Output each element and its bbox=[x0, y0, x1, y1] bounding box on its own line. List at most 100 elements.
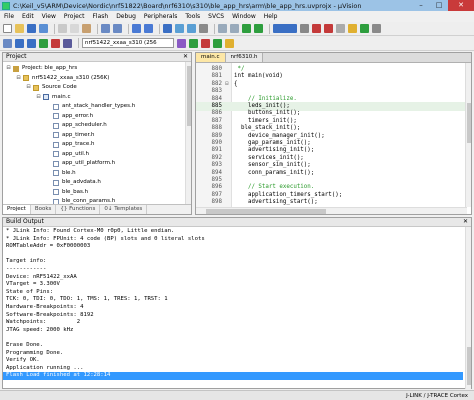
open-file-icon[interactable] bbox=[15, 24, 24, 33]
menu-help[interactable]: Help bbox=[264, 13, 278, 20]
tree-expander-icon[interactable]: ⊟ bbox=[6, 64, 11, 73]
build-output-vertical-scrollbar[interactable] bbox=[465, 227, 471, 389]
find-combo-icon[interactable] bbox=[273, 24, 297, 33]
tree-item-label: Project: ble_app_hrs bbox=[22, 65, 78, 71]
tab-project[interactable]: Project bbox=[3, 205, 31, 214]
unindent-icon[interactable] bbox=[230, 24, 239, 33]
maximize-button[interactable]: □ bbox=[430, 0, 448, 11]
menu-flash[interactable]: Flash bbox=[92, 13, 108, 20]
uncomment-icon[interactable] bbox=[254, 24, 263, 33]
menu-edit[interactable]: Edit bbox=[22, 13, 34, 20]
h-file-icon bbox=[53, 151, 59, 157]
navigate-back-icon[interactable] bbox=[132, 24, 141, 33]
copy-icon[interactable] bbox=[70, 24, 79, 33]
paste-icon[interactable] bbox=[82, 24, 91, 33]
menu-tools[interactable]: Tools bbox=[185, 13, 200, 20]
save-all-icon[interactable] bbox=[39, 24, 48, 33]
configure-icon[interactable] bbox=[336, 24, 345, 33]
prev-bookmark-icon[interactable] bbox=[175, 24, 184, 33]
build-output-header: Build Output ✕ bbox=[3, 218, 471, 227]
download-icon[interactable] bbox=[63, 38, 72, 48]
editor-tabs: main.c nrf6310.h bbox=[196, 53, 471, 63]
target-options-icon[interactable] bbox=[177, 38, 186, 48]
tree-item[interactable]: ⊟ Source Code bbox=[26, 83, 77, 92]
tree-item-label: app_scheduler.h bbox=[62, 122, 107, 128]
next-bookmark-icon[interactable] bbox=[187, 24, 196, 33]
code-line[interactable]: 898 advertising_start(); bbox=[196, 198, 467, 207]
cut-icon[interactable] bbox=[58, 24, 67, 33]
editor-vertical-scrollbar[interactable] bbox=[465, 63, 471, 207]
project-vertical-scrollbar[interactable] bbox=[185, 62, 191, 206]
window-layout-icon[interactable] bbox=[360, 24, 369, 33]
clear-bookmarks-icon[interactable] bbox=[199, 24, 208, 33]
tree-expander-icon[interactable]: ⊟ bbox=[16, 74, 21, 83]
new-file-icon[interactable] bbox=[3, 24, 12, 33]
navigate-forward-icon[interactable] bbox=[144, 24, 153, 33]
pack-installer-icon[interactable] bbox=[213, 38, 222, 48]
find-in-files-icon[interactable] bbox=[300, 24, 309, 33]
project-panel-close-icon[interactable]: ✕ bbox=[183, 53, 191, 61]
tree-expander-icon[interactable]: ⊟ bbox=[36, 93, 41, 102]
tree-item[interactable]: ⊟ main.c bbox=[36, 93, 71, 102]
tree-expander-icon[interactable]: ⊟ bbox=[26, 83, 31, 92]
tree-item[interactable]: app_util.h bbox=[46, 150, 89, 159]
rebuild-icon[interactable] bbox=[27, 38, 36, 48]
menu-svcs[interactable]: SVCS bbox=[208, 13, 224, 20]
output-line: ------------ bbox=[6, 266, 47, 272]
code-area[interactable]: 880 */881 int main(void) 882 ⊟{883 884 // In… bbox=[196, 63, 467, 207]
h-file-icon bbox=[53, 103, 59, 110]
tree-item[interactable]: ble_bas.h bbox=[46, 188, 88, 197]
batch-build-icon[interactable] bbox=[39, 38, 48, 48]
debug-session-icon[interactable] bbox=[312, 24, 321, 33]
menu-project[interactable]: Project bbox=[64, 13, 85, 20]
run-time-env-icon[interactable] bbox=[225, 38, 234, 48]
build-icon[interactable] bbox=[15, 38, 24, 48]
translate-icon[interactable] bbox=[3, 38, 12, 48]
tree-item-label: app_trace.h bbox=[62, 141, 95, 147]
menu-window[interactable]: Window bbox=[232, 13, 256, 20]
tab-templates[interactable]: 0↓ Templates bbox=[100, 205, 148, 214]
undo-icon[interactable] bbox=[101, 24, 110, 33]
editor-horizontal-scrollbar[interactable] bbox=[196, 207, 467, 214]
save-icon[interactable] bbox=[27, 24, 36, 33]
tree-item[interactable]: app_error.h bbox=[46, 112, 93, 121]
bookmark-icon[interactable] bbox=[163, 24, 172, 33]
tree-item[interactable]: ble.h bbox=[46, 169, 76, 178]
editor-tab-main-c[interactable]: main.c bbox=[196, 53, 226, 62]
menu-peripherals[interactable]: Peripherals bbox=[144, 13, 177, 20]
indent-icon[interactable] bbox=[218, 24, 227, 33]
tree-item[interactable]: app_scheduler.h bbox=[46, 121, 107, 130]
tree-item[interactable]: ⊟ nrf51422_xxaa_s310 (256K) bbox=[16, 74, 109, 83]
build-output-close-icon[interactable]: ✕ bbox=[463, 218, 471, 226]
redo-icon[interactable] bbox=[113, 24, 122, 33]
h-file-icon bbox=[53, 122, 59, 129]
stop-build-icon[interactable] bbox=[51, 38, 60, 48]
tree-item[interactable]: ble_advdata.h bbox=[46, 178, 101, 187]
tree-item-label: app_util_platform.h bbox=[62, 160, 116, 166]
menu-debug[interactable]: Debug bbox=[116, 13, 136, 20]
tools-icon[interactable] bbox=[348, 24, 357, 33]
tab-books[interactable]: Books bbox=[31, 205, 57, 214]
editor-tab-nrf6310-h[interactable]: nrf6310.h bbox=[225, 53, 264, 62]
target-select[interactable]: nrf51422_xxaa_s310 (256 bbox=[82, 38, 174, 48]
tab-functions[interactable]: {} Functions bbox=[56, 205, 101, 214]
project-icon bbox=[13, 65, 19, 72]
comment-icon[interactable] bbox=[242, 24, 251, 33]
tree-item[interactable]: app_trace.h bbox=[46, 140, 95, 149]
tree-item[interactable]: ⊟ Project: ble_app_hrs bbox=[6, 64, 77, 73]
build-output-text[interactable]: * JLink Info: Found Cortex-M0 r0p0, Litt… bbox=[3, 227, 467, 389]
breakpoint-icon[interactable] bbox=[324, 24, 333, 33]
manage-components-icon[interactable] bbox=[189, 38, 198, 48]
close-button[interactable]: ✕ bbox=[448, 0, 474, 11]
output-line: Erase Done. bbox=[6, 342, 44, 348]
select-packs-icon[interactable] bbox=[201, 38, 210, 48]
tree-item[interactable]: ant_stack_handler_types.h bbox=[46, 102, 135, 111]
menu-file[interactable]: File bbox=[4, 13, 14, 20]
menu-view[interactable]: View bbox=[42, 13, 56, 20]
window-title: C:\Keil_v5\ARM\Device\Nordic\nrf51822\Bo… bbox=[13, 1, 362, 10]
tree-item[interactable]: app_timer.h bbox=[46, 131, 95, 140]
h-file-icon bbox=[53, 179, 59, 186]
minimize-button[interactable]: – bbox=[412, 0, 430, 11]
tree-item[interactable]: app_util_platform.h bbox=[46, 159, 115, 168]
toolbar-options-icon[interactable] bbox=[372, 24, 381, 33]
